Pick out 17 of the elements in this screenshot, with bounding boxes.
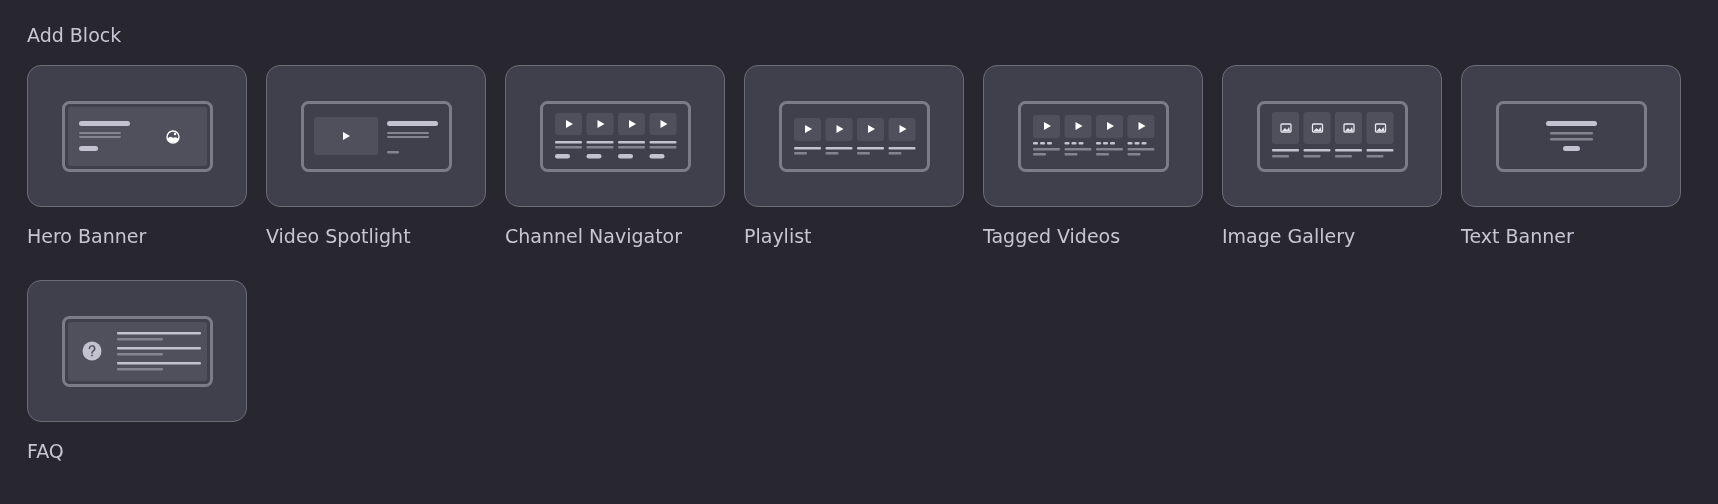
block-label: Hero Banner: [27, 224, 147, 249]
block-label: Video Spotlight: [266, 224, 411, 249]
block-card[interactable]: [27, 280, 247, 422]
block-label: Playlist: [744, 224, 812, 249]
block-card[interactable]: [266, 65, 486, 207]
block-label: Text Banner: [1461, 224, 1574, 249]
block-card[interactable]: [1222, 65, 1442, 207]
block-label: FAQ: [27, 439, 64, 464]
block-card[interactable]: [505, 65, 725, 207]
block-card[interactable]: [983, 65, 1203, 207]
block-label: Image Gallery: [1222, 224, 1356, 249]
panel-title: Add Block: [27, 23, 123, 48]
block-card[interactable]: [1461, 65, 1681, 207]
block-card[interactable]: [744, 65, 964, 207]
block-label: Channel Navigator: [505, 224, 682, 249]
block-card[interactable]: [27, 65, 247, 207]
block-label: Tagged Videos: [983, 224, 1121, 249]
